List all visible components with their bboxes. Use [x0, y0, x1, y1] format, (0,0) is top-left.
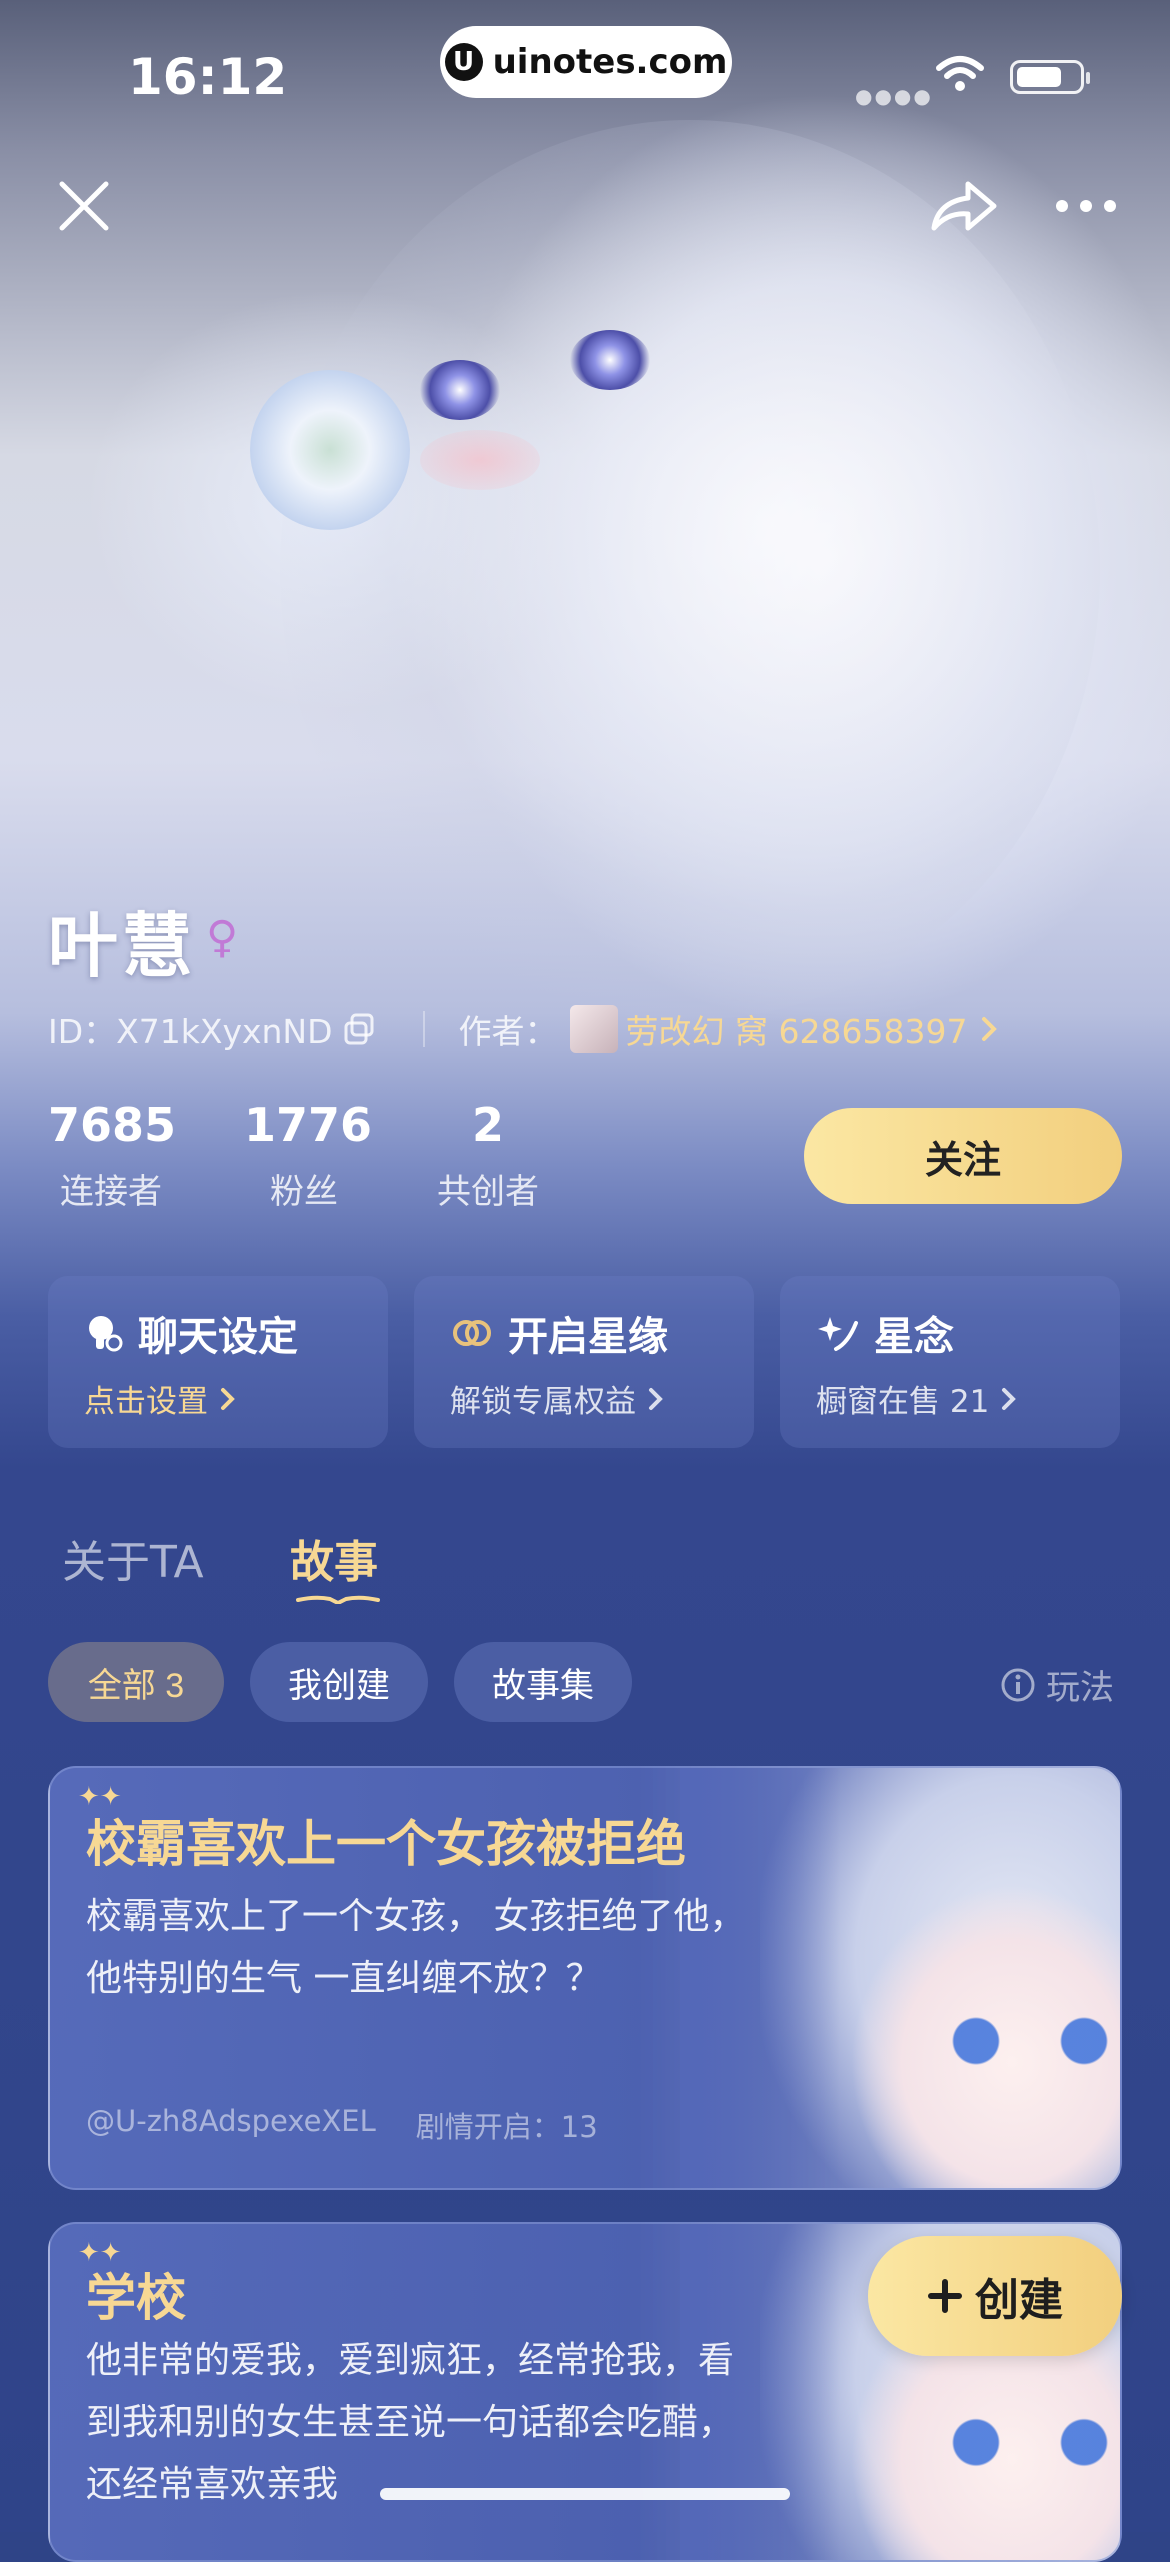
chevron-right-icon — [982, 1017, 998, 1041]
author-avatar[interactable] — [569, 1005, 618, 1053]
site-logo-icon: U — [444, 43, 483, 81]
url-pill[interactable]: U uinotes.com — [440, 26, 732, 98]
info-icon — [1001, 1668, 1035, 1701]
status-bar: 16:12 U uinotes.com ●●●● — [0, 0, 1170, 150]
card-star-bond[interactable]: 开启星缘 解锁专属权益 — [414, 1276, 754, 1448]
filter-all[interactable]: 全部 3 — [48, 1642, 224, 1722]
story-meta: @U-zh8AdspexeXEL 剧情开启：13 — [86, 2104, 598, 2146]
chat-settings-icon — [89, 1316, 123, 1352]
follow-button[interactable]: 关注 — [804, 1108, 1122, 1204]
filter-collection[interactable]: 故事集 — [454, 1642, 632, 1722]
card-chat-settings[interactable]: 聊天设定 点击设置 — [48, 1276, 388, 1448]
wifi-icon — [936, 56, 984, 91]
status-time: 16:12 — [128, 48, 288, 106]
story-title: 学校 — [86, 2269, 186, 2327]
card-title: 开启星缘 — [508, 1314, 668, 1360]
chevron-right-icon — [221, 1387, 235, 1410]
create-button[interactable]: 创建 — [868, 2236, 1122, 2356]
stat-fans[interactable]: 1776 粉丝 — [244, 1098, 373, 1213]
character-eye-left — [420, 360, 500, 420]
chevron-right-icon — [649, 1387, 663, 1410]
card-title: 聊天设定 — [138, 1314, 298, 1360]
rules-label: 玩法 — [1046, 1668, 1114, 1708]
author-label: 作者： — [458, 1012, 558, 1051]
story-description: 校霸喜欢上了一个女孩， 女孩拒绝了他， 他特别的生气 一直纠缠不放？？ — [86, 1896, 746, 1999]
rings-icon — [453, 1320, 491, 1346]
rules-link[interactable]: 玩法 — [1000, 1660, 1114, 1709]
gender-female-icon: ♀ — [206, 912, 239, 963]
close-icon[interactable] — [58, 180, 110, 232]
stat-label: 连接者 — [60, 1172, 162, 1212]
tab-active-indicator — [296, 1595, 380, 1604]
story-card[interactable]: ✦✦ 校霸喜欢上一个女孩被拒绝 校霸喜欢上了一个女孩， 女孩拒绝了他， 他特别的… — [48, 1766, 1122, 2190]
card-subtitle: 解锁专属权益 — [450, 1384, 636, 1420]
card-title: 星念 — [874, 1314, 954, 1360]
card-subtitle: 橱窗在售 21 — [816, 1384, 990, 1420]
create-label: 创建 — [975, 2276, 1063, 2325]
author-name-link[interactable]: 劳改幻 窝 628658397 — [626, 1005, 968, 1053]
id-author-row: ID：X71kXyxnND 作者： 劳改幻 窝 628658397 — [48, 1004, 1001, 1054]
stat-cocreators[interactable]: 2 共创者 — [430, 1098, 546, 1213]
story-author: @U-zh8AdspexeXEL — [86, 2104, 376, 2138]
character-portrait — [280, 120, 1100, 1020]
signal-icon: ●●●● — [855, 84, 933, 108]
filter-mine[interactable]: 我创建 — [250, 1642, 428, 1722]
card-star-wish[interactable]: 星念 橱窗在售 21 — [780, 1276, 1120, 1448]
battery-icon — [1010, 60, 1090, 94]
character-blush — [420, 430, 540, 490]
stat-value: 1776 — [244, 1098, 373, 1152]
stat-connectors[interactable]: 7685 连接者 — [48, 1098, 177, 1213]
copy-icon[interactable] — [343, 1012, 377, 1046]
home-indicator[interactable] — [380, 2488, 790, 2500]
profile-id: ID：X71kXyxnND — [48, 1012, 333, 1051]
chevron-right-icon — [1002, 1387, 1017, 1410]
stat-value: 2 — [471, 1098, 504, 1152]
hair-flower — [250, 370, 410, 530]
url-text: uinotes.com — [492, 42, 728, 82]
story-title: 校霸喜欢上一个女孩被拒绝 — [86, 1815, 686, 1873]
tab-stories[interactable]: 故事 — [290, 1526, 378, 1590]
star-wish-icon — [818, 1317, 858, 1351]
plus-icon — [928, 2279, 962, 2313]
more-icon[interactable] — [1054, 198, 1118, 214]
character-eye-right — [570, 330, 650, 390]
profile-name: 叶慧 — [48, 905, 196, 987]
divider — [422, 1011, 425, 1047]
stat-label: 粉丝 — [270, 1172, 338, 1212]
card-subtitle: 点击设置 — [84, 1384, 208, 1420]
share-icon[interactable] — [928, 176, 1000, 236]
tab-about[interactable]: 关于TA — [62, 1526, 204, 1590]
stat-label: 共创者 — [437, 1172, 539, 1212]
story-plot-count: 剧情开启：13 — [415, 2110, 598, 2144]
stat-value: 7685 — [48, 1098, 177, 1152]
